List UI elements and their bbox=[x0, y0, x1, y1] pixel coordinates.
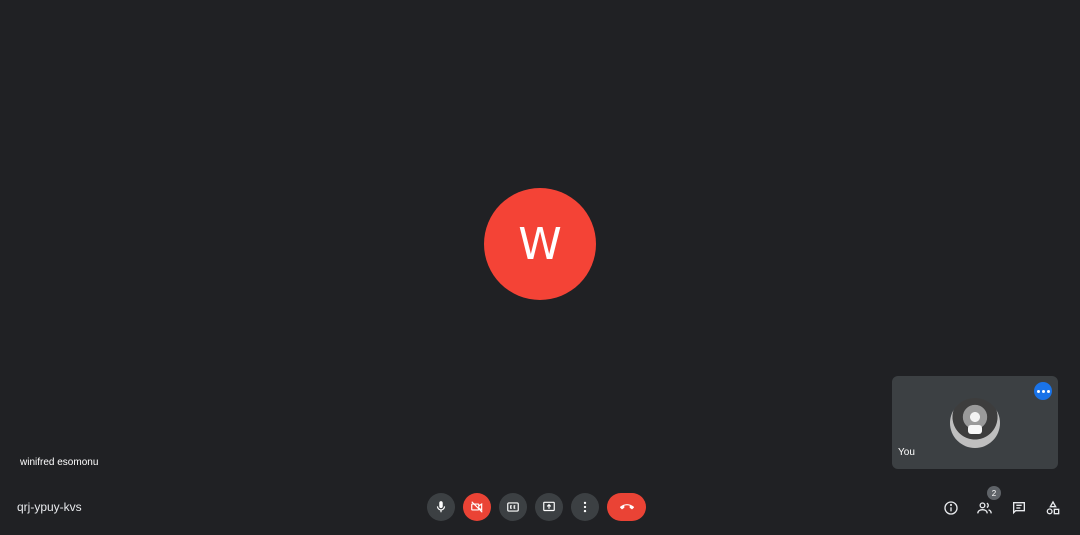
side-panel-controls: 2 bbox=[939, 486, 1064, 519]
present-screen-icon bbox=[543, 501, 555, 512]
participant-avatar-initial: W bbox=[518, 218, 562, 270]
info-icon bbox=[943, 500, 958, 515]
people-icon bbox=[977, 501, 992, 513]
more-options-icon bbox=[583, 501, 587, 513]
participants-button[interactable]: 2 bbox=[973, 486, 1001, 519]
chat-icon bbox=[1012, 501, 1025, 514]
call-controls bbox=[427, 493, 646, 521]
self-view-label: You bbox=[898, 447, 915, 458]
hang-up-icon bbox=[619, 504, 634, 510]
chat-button[interactable] bbox=[1007, 496, 1030, 519]
meeting-details-button[interactable] bbox=[939, 496, 962, 519]
participant-avatar: W bbox=[484, 188, 596, 300]
mic-icon bbox=[436, 501, 446, 513]
participant-count-badge: 2 bbox=[987, 486, 1001, 500]
more-options-button[interactable] bbox=[571, 493, 599, 521]
activities-button[interactable] bbox=[1041, 496, 1064, 519]
present-screen-button[interactable] bbox=[535, 493, 563, 521]
meeting-code: qrj-ypuy-kvs bbox=[17, 500, 82, 514]
self-view-tile[interactable]: You bbox=[892, 376, 1058, 469]
camera-toggle-button[interactable] bbox=[463, 493, 491, 521]
closed-captions-icon bbox=[507, 502, 519, 512]
self-avatar bbox=[950, 398, 1000, 448]
captions-button[interactable] bbox=[499, 493, 527, 521]
more-horiz-icon[interactable] bbox=[1034, 382, 1052, 400]
meeting-stage: W winifred esomonu You qrj-ypuy-kvs 2 bbox=[0, 0, 1080, 535]
leave-call-button[interactable] bbox=[607, 493, 646, 521]
activities-icon bbox=[1046, 500, 1059, 514]
self-avatar-mask bbox=[968, 425, 982, 434]
camera-off-icon bbox=[471, 501, 483, 513]
participant-name: winifred esomonu bbox=[20, 457, 99, 468]
microphone-button[interactable] bbox=[427, 493, 455, 521]
